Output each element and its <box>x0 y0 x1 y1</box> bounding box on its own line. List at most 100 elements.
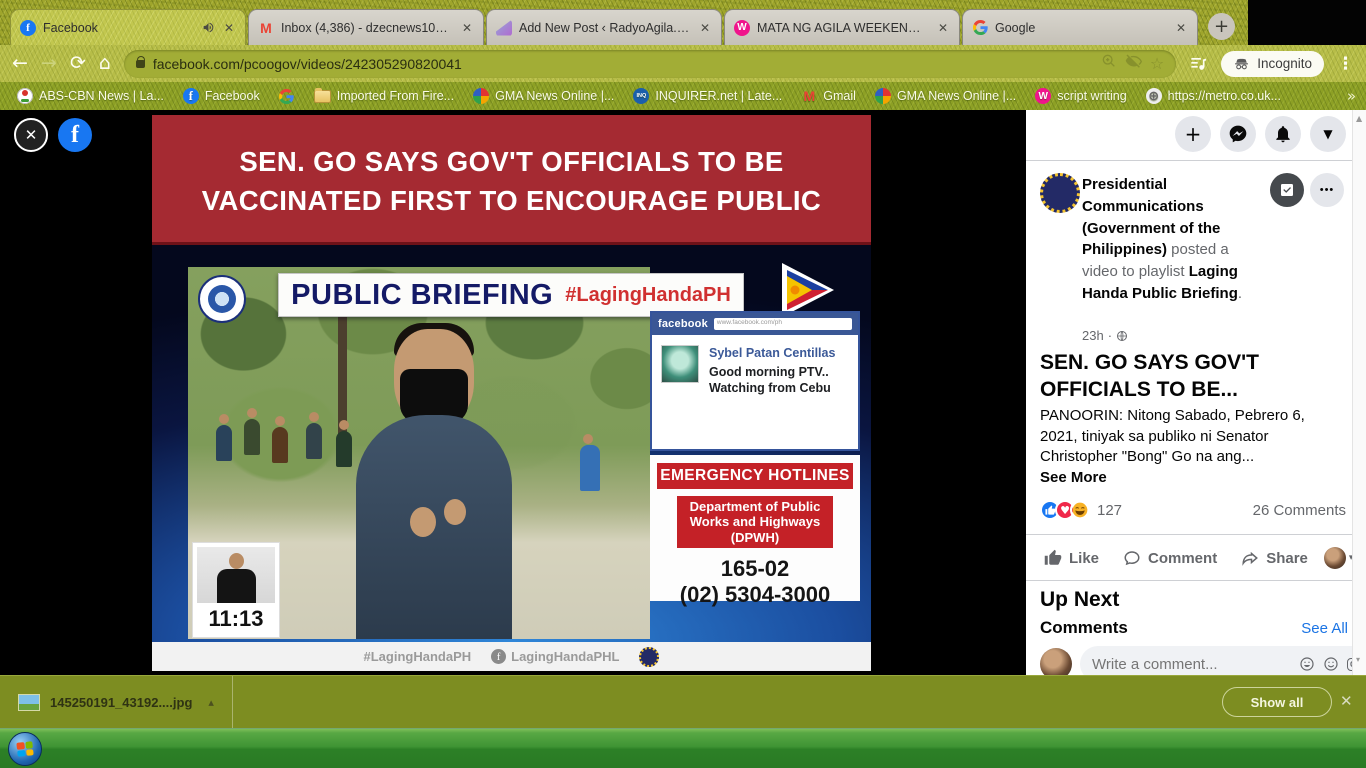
browser-menu-icon[interactable]: ⋮ <box>1337 54 1354 74</box>
share-as-selector[interactable]: ▾ <box>1324 547 1354 569</box>
bookmark-imported[interactable]: Imported From Fire... <box>307 85 461 107</box>
address-bar[interactable]: facebook.com/pcoogov/videos/242305290820… <box>124 50 1176 78</box>
download-item[interactable]: 145250191_43192....jpg ▴ <box>18 694 214 711</box>
share-button[interactable]: Share <box>1233 549 1316 567</box>
create-button[interactable]: + <box>1175 116 1211 152</box>
bookmark-label: script writing <box>1057 89 1126 103</box>
post-byline: Presidential Communications (Government … <box>1082 174 1258 305</box>
comment-input[interactable] <box>1092 656 1291 673</box>
start-button[interactable] <box>8 732 42 766</box>
tab-inbox[interactable]: M Inbox (4,386) - dzecnews1062@g ✕ <box>248 9 484 45</box>
home-icon[interactable]: ⌂ <box>99 54 111 73</box>
more-options-button[interactable]: ••• <box>1310 173 1344 207</box>
headline-line1: SEN. GO SAYS GOV'T OFFICIALS TO BE <box>152 142 871 181</box>
tab-mata-ng-agila[interactable]: W MATA NG AGILA WEEKEND 2021 ✕ <box>724 9 960 45</box>
image-file-icon <box>18 694 40 711</box>
shelf-separator <box>232 676 233 728</box>
back-icon[interactable]: ← <box>12 54 28 73</box>
messenger-button[interactable] <box>1220 116 1256 152</box>
sidebar-header-actions: + ▼ <box>1175 116 1346 152</box>
avatar-sticker-icon[interactable] <box>1299 656 1315 672</box>
media-controls-icon[interactable] <box>1189 54 1208 73</box>
facebook-icon: f <box>491 649 506 664</box>
haha-reaction-icon[interactable] <box>1070 500 1090 520</box>
facebook-comment-overlay: facebook www.facebook.com/ph Sybel Patan… <box>650 311 860 451</box>
bookmark-facebook[interactable]: f Facebook <box>176 85 267 107</box>
zoom-icon[interactable] <box>1101 53 1117 74</box>
bookmark-google[interactable] <box>272 85 302 107</box>
interpreter-video <box>197 547 275 603</box>
tab-strip: f Facebook ✕ M Inbox (4,386) - dzecnews1… <box>10 9 1200 45</box>
folder-icon <box>314 90 331 103</box>
show-all-downloads-button[interactable]: Show all <box>1222 687 1332 717</box>
download-menu-icon[interactable]: ▴ <box>208 696 214 709</box>
close-shelf-icon[interactable]: ✕ <box>1340 692 1353 710</box>
page-avatar[interactable] <box>1040 173 1080 213</box>
like-label: Like <box>1069 550 1099 567</box>
tab-close-icon[interactable]: ✕ <box>936 21 950 35</box>
tab-radyoagila[interactable]: Add New Post ‹ RadyoAgila.com ✕ <box>486 9 722 45</box>
user-avatar <box>1324 547 1346 569</box>
post-timestamp[interactable]: 23h · <box>1082 328 1128 343</box>
bookmark-gmail[interactable]: M Gmail <box>794 85 863 107</box>
google-favicon <box>972 20 988 36</box>
like-button[interactable]: Like <box>1036 549 1107 567</box>
scroll-down-icon[interactable]: ▾ <box>1356 655 1360 664</box>
hotlines-agency: Department of Public Works and Highways … <box>677 496 833 548</box>
tab-label: MATA NG AGILA WEEKEND 2021 <box>757 21 929 35</box>
close-theater-button[interactable]: ✕ <box>14 118 48 152</box>
bookmark-gma-news[interactable]: GMA News Online |... <box>466 85 621 107</box>
show-hashtag: #LagingHandaPH <box>565 284 731 307</box>
broadcast-timestamp: 11:13 <box>197 606 275 632</box>
new-tab-button[interactable]: + <box>1208 13 1235 40</box>
overlay-header: facebook www.facebook.com/ph <box>652 313 858 335</box>
tab-close-icon[interactable]: ✕ <box>222 21 236 35</box>
hotline-number: (02) 5304-3000 <box>650 582 860 608</box>
forward-icon[interactable]: → <box>41 54 57 73</box>
tab-google[interactable]: Google ✕ <box>962 9 1198 45</box>
bystander-figure <box>272 427 288 463</box>
facebook-wordmark: facebook <box>658 318 708 330</box>
bookmark-script-writing[interactable]: W script writing <box>1028 85 1133 107</box>
lock-icon[interactable] <box>136 60 145 68</box>
scroll-up-icon[interactable]: ▲ <box>1356 114 1362 123</box>
tab-close-icon[interactable]: ✕ <box>698 21 712 35</box>
comment-button[interactable]: Comment <box>1115 549 1225 567</box>
see-more-link[interactable]: See More <box>1040 468 1346 489</box>
gmail-favicon: M <box>258 20 274 36</box>
see-all-link[interactable]: See All <box>1301 620 1348 637</box>
tab-close-icon[interactable]: ✕ <box>460 21 474 35</box>
comment-label: Comment <box>1148 550 1217 567</box>
emoji-icon[interactable] <box>1323 656 1339 672</box>
tab-audio-icon[interactable] <box>202 21 215 34</box>
bookmarks-overflow-icon[interactable]: » <box>1347 87 1356 105</box>
video-description: PANOORIN: Nitong Sabado, Pebrero 6, 2021… <box>1040 406 1346 489</box>
facebook-logo[interactable]: f <box>58 118 92 152</box>
saved-to-playlist-button[interactable] <box>1270 173 1304 207</box>
reaction-count[interactable]: 127 <box>1097 502 1122 519</box>
windows-taskbar: e ▶ .08 ▲ 5:43 PM 2/6/2021 <box>0 728 1366 768</box>
sidebar-scrollbar[interactable]: ▲ ▾ <box>1352 110 1366 675</box>
byline-period: . <box>1238 285 1242 302</box>
bookmark-abscbn[interactable]: ABS-CBN News | La... <box>10 85 171 107</box>
bookmark-gma-news-2[interactable]: GMA News Online |... <box>868 85 1023 107</box>
comment-count[interactable]: 26 Comments <box>1253 502 1346 519</box>
tab-label: Google <box>995 21 1167 35</box>
bookmark-metro[interactable]: ⊕ https://metro.co.uk... <box>1139 85 1288 107</box>
url-text[interactable]: facebook.com/pcoogov/videos/242305290820… <box>153 56 1093 72</box>
bookmark-star-icon[interactable]: ☆ <box>1150 54 1164 73</box>
video-player[interactable]: SEN. GO SAYS GOV'T OFFICIALS TO BE VACCI… <box>152 115 871 671</box>
tab-close-icon[interactable]: ✕ <box>1174 21 1188 35</box>
bookmark-inquirer[interactable]: INQ INQUIRER.net | Late... <box>626 85 789 107</box>
tab-facebook[interactable]: f Facebook ✕ <box>10 9 246 45</box>
account-menu-button[interactable]: ▼ <box>1310 116 1346 152</box>
tab-label: Add New Post ‹ RadyoAgila.com <box>519 21 691 35</box>
reload-icon[interactable]: ⟳ <box>70 54 86 73</box>
interpreter-head <box>229 553 244 569</box>
bystander-figure <box>306 423 322 459</box>
bystander-figure <box>216 425 232 461</box>
video-title[interactable]: SEN. GO SAYS GOV'T OFFICIALS TO BE... <box>1040 350 1300 403</box>
eye-off-icon[interactable] <box>1125 53 1142 75</box>
overlay-url-field: www.facebook.com/ph <box>714 318 852 330</box>
notifications-button[interactable] <box>1265 116 1301 152</box>
